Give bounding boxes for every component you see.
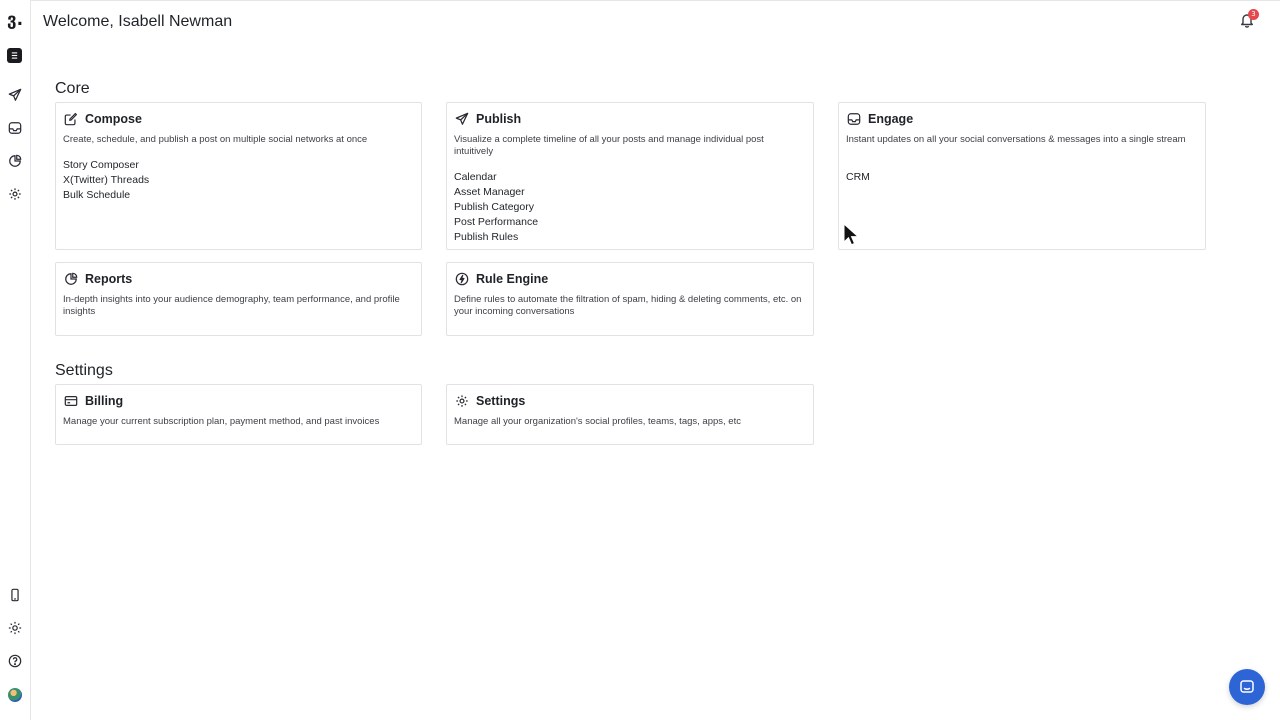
link-twitter-threads[interactable]: X(Twitter) Threads bbox=[63, 173, 149, 188]
edit-icon bbox=[64, 112, 78, 126]
gear-icon[interactable] bbox=[6, 185, 24, 203]
card-title: Reports bbox=[85, 272, 133, 286]
send-icon bbox=[455, 112, 469, 126]
send-icon[interactable] bbox=[6, 86, 24, 104]
settings-card[interactable]: Settings Manage all your organization's … bbox=[446, 384, 814, 445]
card-title: Settings bbox=[476, 394, 526, 408]
link-crm[interactable]: CRM bbox=[846, 170, 870, 185]
welcome-heading: Welcome, Isabell Newman bbox=[43, 13, 233, 30]
chat-icon bbox=[1239, 679, 1255, 695]
card-title: Compose bbox=[85, 112, 142, 126]
card-description: Visualize a complete timeline of all you… bbox=[454, 134, 764, 157]
link-asset-manager[interactable]: Asset Manager bbox=[454, 185, 538, 200]
card-description: Create, schedule, and publish a post on … bbox=[63, 134, 368, 145]
card-description: In-depth insights into your audience dem… bbox=[63, 294, 400, 317]
rule-engine-card[interactable]: Rule Engine Define rules to automate the… bbox=[446, 262, 814, 336]
engage-card[interactable]: Engage Instant updates on all your socia… bbox=[838, 102, 1206, 250]
card-description: Manage all your organization's social pr… bbox=[454, 416, 741, 427]
gear-icon bbox=[455, 394, 469, 408]
card-title: Billing bbox=[85, 394, 124, 408]
card-description: Manage your current subscription plan, p… bbox=[63, 416, 380, 427]
publish-card[interactable]: Publish Visualize a complete timeline of… bbox=[446, 102, 814, 250]
section-title-settings: Settings bbox=[55, 362, 113, 379]
notification-badge: 3 bbox=[1248, 9, 1259, 20]
card-title: Engage bbox=[868, 112, 914, 126]
chart-pie-icon bbox=[64, 272, 78, 286]
engage-links: CRM bbox=[846, 170, 870, 185]
notifications-button[interactable]: 3 bbox=[1239, 9, 1259, 30]
credit-card-icon bbox=[64, 394, 78, 408]
publish-links: Calendar Asset Manager Publish Category … bbox=[454, 170, 538, 245]
compose-links: Story Composer X(Twitter) Threads Bulk S… bbox=[63, 158, 149, 203]
bolt-circle-icon bbox=[455, 272, 469, 286]
link-post-performance[interactable]: Post Performance bbox=[454, 215, 538, 230]
sidebar: ვ. bbox=[0, 0, 31, 720]
card-description: Instant updates on all your social conve… bbox=[846, 134, 1186, 145]
help-icon[interactable] bbox=[6, 652, 24, 670]
chart-pie-icon[interactable] bbox=[6, 152, 24, 170]
dashboard-icon[interactable] bbox=[7, 48, 22, 63]
card-description: Define rules to automate the filtration … bbox=[454, 294, 802, 317]
reports-card[interactable]: Reports In-depth insights into your audi… bbox=[55, 262, 422, 336]
avatar[interactable] bbox=[8, 688, 22, 702]
chat-support-button[interactable] bbox=[1229, 669, 1265, 705]
link-publish-category[interactable]: Publish Category bbox=[454, 200, 538, 215]
inbox-icon[interactable] bbox=[6, 119, 24, 137]
app-logo[interactable]: ვ. bbox=[7, 11, 23, 29]
compose-card[interactable]: Compose Create, schedule, and publish a … bbox=[55, 102, 422, 250]
link-calendar[interactable]: Calendar bbox=[454, 170, 538, 185]
inbox-icon bbox=[847, 112, 861, 126]
mobile-icon[interactable] bbox=[6, 586, 24, 604]
link-story-composer[interactable]: Story Composer bbox=[63, 158, 149, 173]
billing-card[interactable]: Billing Manage your current subscription… bbox=[55, 384, 422, 445]
card-title: Publish bbox=[476, 112, 522, 126]
link-bulk-schedule[interactable]: Bulk Schedule bbox=[63, 188, 149, 203]
link-publish-rules[interactable]: Publish Rules bbox=[454, 230, 538, 245]
top-bar: Welcome, Isabell Newman 3 bbox=[31, 0, 1280, 44]
section-title-core: Core bbox=[55, 80, 90, 97]
sun-icon[interactable] bbox=[6, 619, 24, 637]
card-title: Rule Engine bbox=[476, 272, 549, 286]
